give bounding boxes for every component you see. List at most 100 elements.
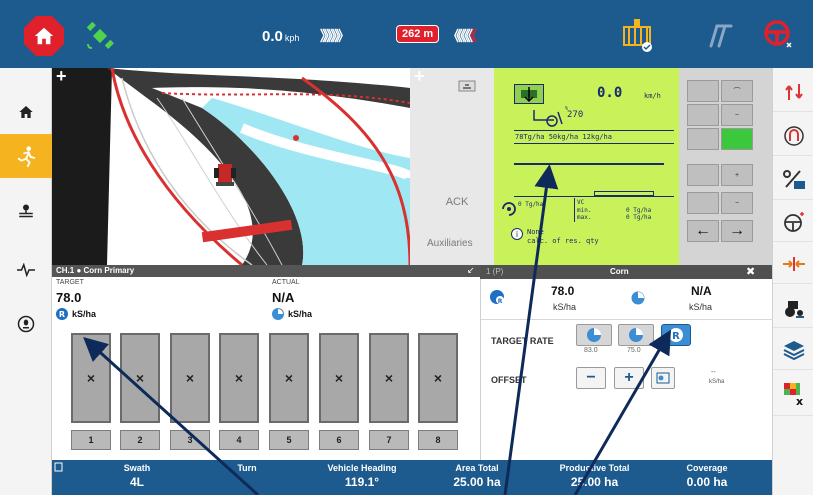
run-icon [17, 146, 36, 167]
svg-text:R: R [498, 298, 503, 305]
stat-swath: Swath 4L [102, 463, 172, 489]
actual-sensor-icon [272, 308, 284, 320]
prescription-rate-icon: R [490, 290, 504, 305]
row-status-6[interactable]: × [319, 333, 359, 423]
guidance-map[interactable]: + [52, 68, 410, 265]
channel-rate-summary: TARGET 78.0 R kS/ha ACTUAL N/A kS/ha [52, 277, 480, 327]
row-status-5[interactable]: × [269, 333, 309, 423]
speed-unit: kph [284, 33, 300, 43]
svg-text:R: R [672, 331, 680, 342]
row-status-1[interactable]: × [71, 333, 111, 423]
rate-panel-close-button[interactable]: ✖ [746, 265, 755, 278]
rb-prescription[interactable]: x [773, 372, 813, 416]
rb-auto-turn[interactable] [773, 116, 813, 156]
row-number-7[interactable]: 7 [369, 430, 409, 450]
offset-reset-button[interactable] [651, 367, 675, 389]
row-number-6[interactable]: 6 [319, 430, 359, 450]
pulse-icon [17, 263, 35, 277]
softkey-7[interactable] [687, 164, 719, 186]
satellite-icon[interactable] [85, 22, 115, 50]
actual-value: N/A [272, 290, 295, 305]
rate-panel-channel: 1 (P) [486, 267, 504, 276]
softkey-2[interactable]: ⌒ [721, 80, 753, 102]
stat-area-label: Area Total [455, 463, 499, 473]
implement-icon[interactable] [620, 17, 654, 53]
row-status-4[interactable]: × [219, 333, 259, 423]
preset-rate-2-value: 75.0 [627, 347, 641, 354]
softkey-6[interactable] [721, 128, 753, 150]
sidebar-run[interactable] [0, 134, 52, 178]
sidebar-seeding[interactable] [0, 302, 52, 346]
preset-rate-2-button[interactable] [618, 324, 654, 346]
softkey-5[interactable] [687, 128, 719, 150]
softkey-10[interactable]: − [721, 192, 753, 214]
percent-icon [782, 169, 805, 189]
rate-divider [481, 319, 773, 320]
row-number-1[interactable]: 1 [71, 430, 111, 450]
softkey-3[interactable] [687, 104, 719, 126]
rb-vehicle[interactable] [773, 288, 813, 328]
vt-rate-bar [514, 163, 664, 165]
vt-softkey-panel: ⌒ ~ + − ← → [679, 68, 772, 265]
softkey-right-arrow[interactable]: → [721, 220, 753, 242]
seeder-icon [533, 110, 563, 127]
row-status-2[interactable]: × [120, 333, 160, 423]
softkey-1[interactable] [687, 80, 719, 102]
row-number-3[interactable]: 3 [170, 430, 210, 450]
u-turn-icon [783, 125, 804, 146]
target-label: TARGET [56, 279, 84, 286]
actual-label: ACTUAL [272, 279, 300, 286]
row-number-5[interactable]: 5 [269, 430, 309, 450]
map-zoom-in-button[interactable]: + [56, 68, 67, 87]
rate-panel-title: Corn [610, 267, 629, 276]
home-button[interactable] [24, 16, 64, 56]
row-number-4[interactable]: 4 [219, 430, 259, 450]
auxiliaries-button[interactable]: Auxiliaries [427, 238, 473, 249]
target-rate-label: TARGET RATE [491, 336, 554, 346]
rb-layers[interactable] [773, 330, 813, 370]
softkey-9[interactable] [687, 192, 719, 214]
sidebar-implement[interactable] [0, 190, 52, 234]
sidebar-diagnostics[interactable] [0, 248, 52, 292]
vt-level-bar [594, 191, 654, 196]
preset-rate-1-button[interactable] [576, 324, 612, 346]
map-scene [52, 68, 410, 265]
stat-productive-value: 25.00 ha [570, 475, 619, 489]
rate-panel-header: 1 (P) Corn ✖ [480, 265, 772, 279]
row-status-7[interactable]: × [369, 333, 409, 423]
stat-coverage-label: Coverage [686, 463, 728, 473]
prescription-rate-button[interactable]: R [661, 324, 691, 346]
offset-plus-button[interactable]: + [614, 367, 644, 389]
stat-productive-label: Productive Total [559, 463, 630, 473]
target-value: 78.0 [56, 290, 82, 305]
steering-wheel-icon[interactable] [762, 18, 794, 50]
row-status-3[interactable]: × [170, 333, 210, 423]
home-icon [34, 27, 54, 45]
steering-wheel-icon [783, 211, 804, 232]
right-sidebar: x [772, 68, 813, 495]
sidebar-home[interactable] [0, 90, 52, 134]
stat-coverage: Coverage 0.00 ha [667, 463, 747, 489]
offset-minus-button[interactable]: − [576, 367, 606, 389]
row-status-8[interactable]: × [418, 333, 458, 423]
stat-area-total: Area Total 25.00 ha [442, 463, 512, 489]
rb-nudge[interactable] [773, 244, 813, 284]
reset-rate-icon [656, 372, 670, 384]
panel-toggle-icon[interactable] [458, 80, 476, 92]
softkey-8[interactable]: + [721, 164, 753, 186]
row-number-8[interactable]: 8 [418, 430, 458, 450]
softkey-left-arrow[interactable]: ← [687, 220, 719, 242]
row-number-2[interactable]: 2 [120, 430, 160, 450]
virtual-terminal-panel: 0.0 km/h 270 % 78Tg/ha 50kg/ha 12kg/ha 0… [494, 68, 679, 265]
ack-button[interactable]: ACK [432, 196, 482, 220]
softkey-4[interactable]: ~ [721, 104, 753, 126]
rb-guidance[interactable] [773, 72, 813, 112]
panel-zoom-in-button[interactable]: + [414, 66, 425, 87]
vt-max-label: max. [577, 214, 592, 221]
rb-steering[interactable] [773, 202, 813, 242]
channel-collapse-icon[interactable]: ↙ [467, 265, 475, 276]
rb-rate-control[interactable] [773, 160, 813, 200]
vt-max-value: 0 Tg/ha [626, 214, 652, 221]
stats-page-icon[interactable] [54, 462, 64, 472]
plow-icon[interactable] [705, 22, 735, 48]
